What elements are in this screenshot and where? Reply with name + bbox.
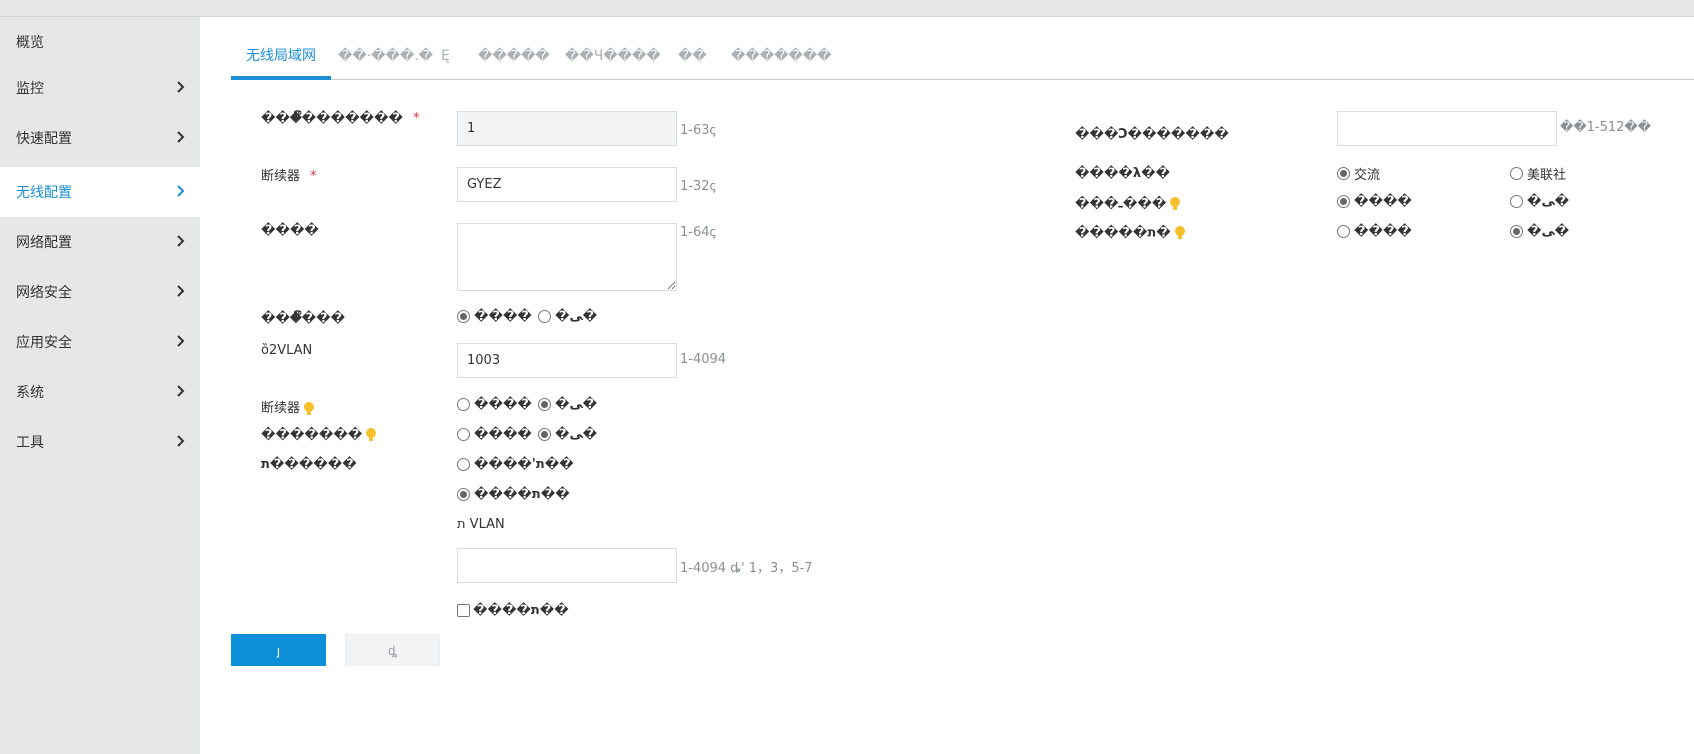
- lightbulb-icon[interactable]: [365, 427, 377, 443]
- forward-vlan-input[interactable]: [457, 548, 677, 583]
- description-label: ����: [261, 223, 319, 238]
- radio-dot: [538, 310, 551, 323]
- radio-dot: [1337, 225, 1350, 238]
- chevron-right-icon: [177, 285, 185, 297]
- tab-6[interactable]: ��: [663, 39, 722, 80]
- max-users-input[interactable]: [1337, 111, 1557, 146]
- sidebar-item-network-config[interactable]: 网络配置: [0, 217, 200, 267]
- sidebar-item-network-security[interactable]: 网络安全: [0, 267, 200, 317]
- option-a-enable-radio[interactable]: ����: [1337, 194, 1412, 209]
- broadcast-label: 断续器: [261, 397, 315, 417]
- sidebar-item-label: 工具: [16, 435, 44, 451]
- radio-dot: [1337, 167, 1350, 180]
- sidebar: 概览 监控 快速配置 无线配置 网络配置 网络安全 应用安全 系统 工具: [0, 17, 200, 754]
- sidebar-item-overview[interactable]: 概览: [0, 17, 200, 67]
- chevron-right-icon: [177, 235, 185, 247]
- chevron-right-icon: [177, 185, 185, 197]
- isolation-disable-radio[interactable]: �ﻰ�: [538, 427, 597, 442]
- traffic-label: ����λ��: [1075, 166, 1171, 181]
- radio-dot: [538, 398, 551, 411]
- chevron-right-icon: [177, 335, 185, 347]
- chevron-right-icon: [177, 131, 185, 143]
- lightbulb-icon[interactable]: [1174, 225, 1186, 241]
- radio-dot: [1510, 195, 1523, 208]
- ssid-hint: 1-32ꞔ: [680, 179, 716, 194]
- sidebar-item-monitor[interactable]: 监控: [0, 63, 200, 113]
- radio-dot: [538, 428, 551, 441]
- sidebar-item-label: 监控: [16, 81, 44, 97]
- submit-button[interactable]: ȷ: [231, 634, 326, 666]
- option-b-label: �����ת�: [1075, 225, 1186, 241]
- wlan-id-label: ���ී������� *: [261, 111, 420, 126]
- wlan-status-disable-radio[interactable]: �ﻰ�: [538, 309, 597, 324]
- radio-dot: [1337, 195, 1350, 208]
- required-mark: *: [310, 169, 317, 184]
- option-a-disable-radio[interactable]: �ﻰ�: [1510, 194, 1569, 209]
- forward-mode-label: ת������: [261, 457, 357, 472]
- max-users-label: ���Ͻ�������: [1075, 127, 1229, 142]
- forward-mode-option-1-radio[interactable]: ����'ת��: [457, 457, 574, 472]
- wlan-id-hint: 1-63ꞔ: [680, 123, 716, 138]
- traffic-option-2-radio[interactable]: 美联社: [1510, 164, 1566, 183]
- description-textarea[interactable]: [457, 223, 677, 291]
- ssid-label: 断续器 *: [261, 169, 317, 184]
- option-b-enable-radio[interactable]: ����: [1337, 224, 1412, 239]
- isolation-enable-radio[interactable]: ����: [457, 427, 532, 442]
- broadcast-disable-radio[interactable]: �ﻰ�: [538, 397, 597, 412]
- top-bar: [0, 0, 1694, 17]
- wlan-status-enable-radio[interactable]: ����: [457, 309, 532, 324]
- chevron-right-icon: [177, 385, 185, 397]
- sidebar-item-label: 系统: [16, 385, 44, 401]
- tab-bar: 无线局域网 ��·���.� Ę ����� ��Ч���� �� ������…: [231, 39, 1694, 80]
- checkbox-box: [457, 604, 470, 617]
- sidebar-item-tools[interactable]: 工具: [0, 417, 200, 467]
- ssid-input[interactable]: [457, 167, 677, 202]
- sidebar-item-label: 网络配置: [16, 235, 72, 251]
- tab-wlan[interactable]: 无线局域网: [231, 39, 331, 80]
- isolation-label: �������: [261, 427, 377, 443]
- sidebar-item-label: 应用安全: [16, 335, 72, 351]
- forward-mode-option-2-radio[interactable]: ����ת��: [457, 487, 570, 502]
- lightbulb-icon[interactable]: [303, 401, 315, 417]
- sidebar-item-system[interactable]: 系统: [0, 367, 200, 417]
- tab-5[interactable]: ��Ч����: [550, 39, 676, 80]
- traffic-option-1-radio[interactable]: 交流: [1337, 164, 1380, 183]
- max-users-hint: ��1-512��: [1560, 120, 1652, 135]
- forward-vlan-hint: 1-4094 ȡ' 1，3，5-7: [680, 561, 813, 576]
- sidebar-item-app-security[interactable]: 应用安全: [0, 317, 200, 367]
- sidebar-item-label: 概览: [16, 35, 44, 51]
- sidebar-item-label: 无线配置: [16, 185, 72, 201]
- sidebar-item-quick-config[interactable]: 快速配置: [0, 113, 200, 163]
- radio-dot: [457, 398, 470, 411]
- lightbulb-icon[interactable]: [1169, 196, 1181, 212]
- option-a-label: ���ـ���: [1075, 196, 1181, 212]
- sidebar-item-wireless-config[interactable]: 无线配置: [0, 167, 200, 217]
- broadcast-enable-radio[interactable]: ����: [457, 397, 532, 412]
- chevron-right-icon: [177, 435, 185, 447]
- forward-vlan-label: ת VLAN: [457, 517, 505, 532]
- chevron-right-icon: [177, 81, 185, 93]
- option-b-disable-radio[interactable]: �ﻰ�: [1510, 224, 1569, 239]
- description-hint: 1-64ꞔ: [680, 225, 716, 240]
- vlan-hint: 1-4094: [680, 352, 727, 367]
- vlan-label: ȍ2VLAN: [261, 343, 313, 358]
- required-mark: *: [412, 111, 420, 126]
- radio-dot: [457, 310, 470, 323]
- sidebar-item-label: 快速配置: [16, 131, 72, 147]
- tab-3[interactable]: Ę: [426, 39, 465, 80]
- sidebar-item-label: 网络安全: [16, 285, 72, 301]
- radio-dot: [1510, 167, 1523, 180]
- radio-dot: [1510, 225, 1523, 238]
- radio-dot: [457, 428, 470, 441]
- vlan-input[interactable]: [457, 343, 677, 378]
- wlan-status-label: ���ී���: [261, 311, 346, 326]
- radio-dot: [457, 488, 470, 501]
- tab-7[interactable]: �������: [716, 39, 847, 80]
- forward-checkbox[interactable]: ����ת��: [457, 603, 569, 618]
- wlan-id-input[interactable]: [457, 111, 677, 146]
- cancel-button[interactable]: ȡ: [345, 634, 440, 666]
- radio-dot: [457, 458, 470, 471]
